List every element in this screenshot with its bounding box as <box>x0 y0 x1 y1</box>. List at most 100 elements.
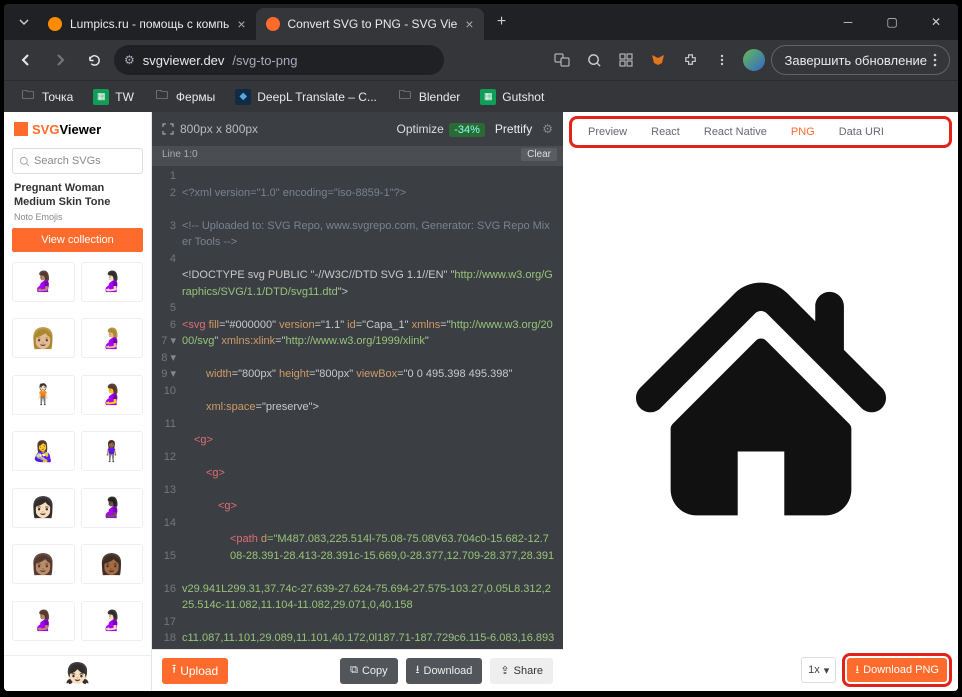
zoom-icon[interactable] <box>579 45 609 75</box>
tab-react-native[interactable]: React Native <box>692 119 779 145</box>
sheets-icon: ▦ <box>93 89 109 105</box>
svg-thumbnail[interactable]: 👩🏽 <box>12 544 75 584</box>
chevron-down-icon: ▾ <box>824 664 830 677</box>
minimize-button[interactable]: ─ <box>826 4 870 40</box>
close-icon[interactable]: × <box>465 16 473 32</box>
house-icon <box>636 274 886 524</box>
svg-thumbnail[interactable]: 🤰🏻 <box>81 601 144 641</box>
tab-title: Convert SVG to PNG - SVG Vie <box>288 17 458 31</box>
editor-footer: ⭱Upload ⧉Copy ⭳Download ⇪Share <box>152 649 563 691</box>
collection-subtitle: Noto Emojis <box>4 212 151 222</box>
logo[interactable]: SVGViewer <box>4 112 151 146</box>
bookmark-deepl[interactable]: ◆DeepL Translate – C... <box>227 84 385 110</box>
tab-preview[interactable]: Preview <box>576 119 639 145</box>
folder-icon: 🗀 <box>154 89 170 105</box>
svg-thumbnail[interactable]: 🤰 <box>81 375 144 415</box>
editor-panel: 800px x 800px Optimize -34% Prettify ⚙ L… <box>152 112 563 691</box>
bookmark-blender[interactable]: 🗀Blender <box>389 84 468 110</box>
url-path: /svg-to-png <box>232 53 297 68</box>
line-gutter: 1234567 ▾8 ▾9 ▾101112131415161718 <box>152 166 182 649</box>
metamask-icon[interactable] <box>643 45 673 75</box>
avatar[interactable] <box>739 45 769 75</box>
browser-tab-svgviewer[interactable]: Convert SVG to PNG - SVG Vie × <box>256 8 484 40</box>
code-content: <?xml version="1.0" encoding="iso-8859-1… <box>182 166 563 649</box>
optimize-button[interactable]: Optimize -34% <box>397 122 485 136</box>
svg-thumbnail[interactable]: 🤰🏻 <box>81 262 144 302</box>
bookmark-gutshot[interactable]: ▦Gutshot <box>472 84 552 110</box>
reload-button[interactable] <box>80 46 108 74</box>
preview-footer: 1x▾ ⭳Download PNG <box>563 649 958 691</box>
share-icon: ⇪ <box>500 664 509 677</box>
tab-data-uri[interactable]: Data URI <box>827 119 896 145</box>
more-icon[interactable] <box>707 45 737 75</box>
tab-png[interactable]: PNG <box>779 119 827 145</box>
sidebar: SVGViewer Search SVGs Pregnant Woman Med… <box>4 112 152 691</box>
clear-button[interactable]: Clear <box>521 148 557 161</box>
sheets-icon: ▦ <box>480 89 496 105</box>
share-button[interactable]: ⇪Share <box>490 658 553 684</box>
search-icon <box>19 156 30 167</box>
svg-thumbnail[interactable]: 👩‍🍼 <box>12 431 75 471</box>
folder-icon: 🗀 <box>397 89 413 105</box>
maximize-button[interactable]: ▢ <box>870 4 914 40</box>
settings-icon[interactable]: ⚙ <box>542 122 553 136</box>
bookmarks-bar: 🗀Точка ▦TW 🗀Фермы ◆DeepL Translate – C..… <box>4 80 958 112</box>
deepl-icon: ◆ <box>235 89 251 105</box>
folder-icon: 🗀 <box>20 89 36 105</box>
dimensions-button[interactable]: 800px x 800px <box>162 122 258 136</box>
bookmark-tochka[interactable]: 🗀Точка <box>12 84 81 110</box>
new-tab-button[interactable]: + <box>488 8 516 36</box>
download-icon: ⭳ <box>416 661 420 680</box>
svg-thumbnail[interactable]: 🧍🏾‍♀️ <box>81 431 144 471</box>
copy-icon: ⧉ <box>350 664 358 677</box>
prettify-button[interactable]: Prettify <box>495 122 532 136</box>
svg-thumbnail[interactable]: 🤰🏽 <box>12 262 75 302</box>
bookmark-tw[interactable]: ▦TW <box>85 84 142 110</box>
svg-thumbnail[interactable]: 🤰🏽 <box>12 601 75 641</box>
svg-thumbnail[interactable]: 🤰🏼 <box>81 318 144 358</box>
site-settings-icon[interactable]: ⚙ <box>124 53 135 67</box>
svg-thumbnail[interactable]: 👩🏾 <box>81 544 144 584</box>
collection-title: Pregnant Woman Medium Skin Tone <box>4 182 151 210</box>
logo-icon <box>14 122 28 136</box>
close-icon[interactable]: × <box>237 16 245 32</box>
copy-button[interactable]: ⧉Copy <box>340 658 398 684</box>
favicon-icon <box>266 17 280 31</box>
download-icon: ⭳ <box>855 661 859 680</box>
browser-tab-lumpics[interactable]: Lumpics.ru - помощь с компь × <box>38 8 256 40</box>
code-editor[interactable]: 1234567 ▾8 ▾9 ▾101112131415161718 <?xml … <box>152 166 563 649</box>
output-tabs: Preview React React Native PNG Data URI <box>569 116 952 148</box>
back-button[interactable] <box>12 46 40 74</box>
upload-icon: ⭱ <box>172 660 176 681</box>
tab-react[interactable]: React <box>639 119 692 145</box>
url-field[interactable]: ⚙ svgviewer.dev/svg-to-png <box>114 45 444 75</box>
translate-icon[interactable] <box>547 45 577 75</box>
forward-button[interactable] <box>46 46 74 74</box>
svg-thumbnail[interactable]: 🤰🏿 <box>81 488 144 528</box>
svg-thumbnail[interactable]: 👩🏼 <box>12 318 75 358</box>
editor-toolbar: 800px x 800px Optimize -34% Prettify ⚙ <box>152 112 563 146</box>
view-collection-button[interactable]: View collection <box>12 228 143 252</box>
update-button[interactable]: Завершить обновление <box>771 45 950 75</box>
window-menu-icon[interactable] <box>10 8 38 36</box>
window-controls: ─ ▢ ✕ <box>826 4 958 40</box>
preview-panel: Preview React React Native PNG Data URI … <box>563 112 958 691</box>
preview-canvas <box>563 148 958 649</box>
icon-grid: 🤰🏽 🤰🏻 👩🏼 🤰🏼 🧍🏻 🤰 👩‍🍼 🧍🏾‍♀️ 👩🏻 🤰🏿 👩🏽 👩🏾 🤰… <box>4 258 151 656</box>
svg-thumbnail[interactable]: 🧍🏻 <box>12 375 75 415</box>
grid-icon[interactable] <box>611 45 641 75</box>
optimize-percent: -34% <box>449 123 485 137</box>
line-indicator: Line 1:0 Clear <box>152 146 563 166</box>
bookmark-fermy[interactable]: 🗀Фермы <box>146 84 223 110</box>
svg-thumbnail[interactable]: 👩🏻 <box>12 488 75 528</box>
close-window-button[interactable]: ✕ <box>914 4 958 40</box>
extensions-icon[interactable] <box>675 45 705 75</box>
search-input[interactable]: Search SVGs <box>12 148 143 174</box>
download-png-button[interactable]: ⭳Download PNG <box>847 658 947 682</box>
zoom-select[interactable]: 1x▾ <box>801 657 836 683</box>
upload-button[interactable]: ⭱Upload <box>162 658 228 684</box>
download-button[interactable]: ⭳Download <box>406 658 483 684</box>
expand-icon <box>162 123 174 135</box>
url-domain: svgviewer.dev <box>143 53 225 68</box>
sidebar-footer-icon[interactable]: 👧🏻 <box>4 655 151 691</box>
